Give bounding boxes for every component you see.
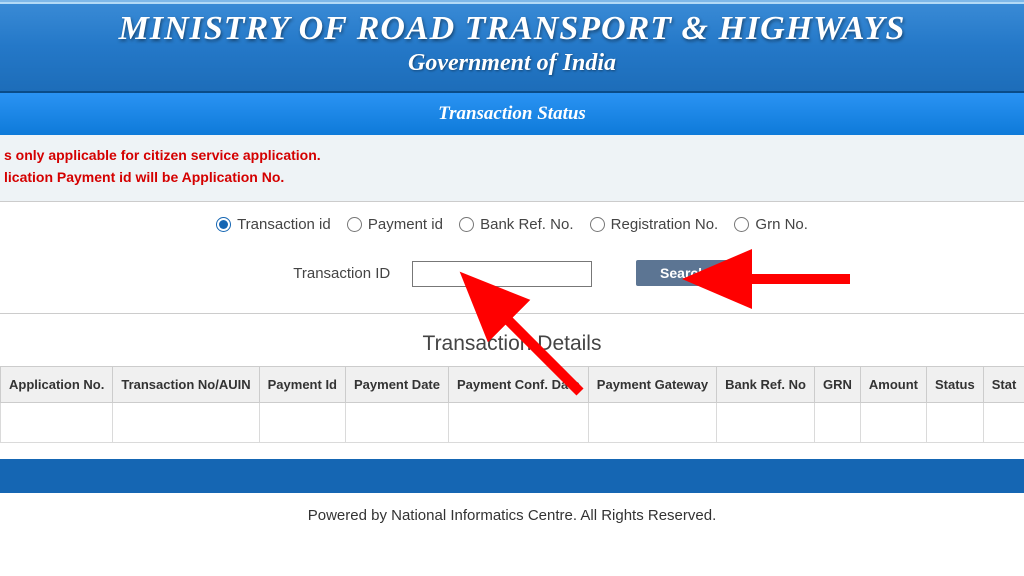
cell bbox=[448, 402, 588, 442]
cell bbox=[983, 402, 1024, 442]
table-row bbox=[1, 402, 1024, 442]
col-status-2: Stat bbox=[983, 366, 1024, 402]
cell bbox=[588, 402, 716, 442]
arrow-icon bbox=[480, 292, 600, 402]
radio-grn-label: Grn No. bbox=[755, 216, 808, 233]
radio-transaction-id-label: Transaction id bbox=[237, 216, 331, 233]
col-status: Status bbox=[926, 366, 983, 402]
page-title-bar: Transaction Status bbox=[0, 93, 1024, 135]
input-row: Transaction ID Search bbox=[0, 260, 1024, 287]
col-payment-id: Payment Id bbox=[259, 366, 345, 402]
radio-registration-label: Registration No. bbox=[611, 216, 719, 233]
radio-grn[interactable]: Grn No. bbox=[734, 216, 808, 233]
col-transaction-no: Transaction No/AUIN bbox=[113, 366, 259, 402]
radio-registration[interactable]: Registration No. bbox=[590, 216, 719, 233]
blue-bar bbox=[0, 459, 1024, 493]
radio-transaction-id-input[interactable] bbox=[216, 217, 231, 232]
cell bbox=[346, 402, 449, 442]
radio-bank-ref[interactable]: Bank Ref. No. bbox=[459, 216, 573, 233]
col-bank-ref-no: Bank Ref. No bbox=[717, 366, 815, 402]
radio-row: Transaction id Payment id Bank Ref. No. … bbox=[0, 216, 1024, 236]
search-panel: Transaction id Payment id Bank Ref. No. … bbox=[0, 201, 1024, 314]
notice-panel: s only applicable for citizen service ap… bbox=[0, 135, 1024, 201]
notice-line-1: s only applicable for citizen service ap… bbox=[4, 147, 1020, 163]
radio-payment-id[interactable]: Payment id bbox=[347, 216, 443, 233]
cell bbox=[814, 402, 860, 442]
col-payment-date: Payment Date bbox=[346, 366, 449, 402]
transaction-id-label: Transaction ID bbox=[293, 265, 390, 282]
notice-line-2: lication Payment id will be Application … bbox=[4, 169, 1020, 185]
radio-transaction-id[interactable]: Transaction id bbox=[216, 216, 331, 233]
ministry-subtitle: Government of India bbox=[0, 50, 1024, 77]
cell bbox=[1, 402, 113, 442]
radio-grn-input[interactable] bbox=[734, 217, 749, 232]
ministry-title: MINISTRY OF ROAD TRANSPORT & HIGHWAYS bbox=[0, 10, 1024, 48]
radio-registration-input[interactable] bbox=[590, 217, 605, 232]
radio-bank-ref-input[interactable] bbox=[459, 217, 474, 232]
transaction-id-input[interactable] bbox=[412, 261, 592, 287]
cell bbox=[259, 402, 345, 442]
col-application-no: Application No. bbox=[1, 366, 113, 402]
col-amount: Amount bbox=[860, 366, 926, 402]
col-grn: GRN bbox=[814, 366, 860, 402]
radio-bank-ref-label: Bank Ref. No. bbox=[480, 216, 573, 233]
annotation-arrow-input bbox=[480, 292, 600, 405]
search-button[interactable]: Search bbox=[636, 260, 731, 286]
arrow-icon bbox=[720, 264, 860, 294]
ministry-header: MINISTRY OF ROAD TRANSPORT & HIGHWAYS Go… bbox=[0, 0, 1024, 93]
col-payment-gateway: Payment Gateway bbox=[588, 366, 716, 402]
cell bbox=[113, 402, 259, 442]
cell bbox=[717, 402, 815, 442]
radio-payment-id-input[interactable] bbox=[347, 217, 362, 232]
footer: Powered by National Informatics Centre. … bbox=[0, 493, 1024, 538]
cell bbox=[860, 402, 926, 442]
radio-payment-id-label: Payment id bbox=[368, 216, 443, 233]
cell bbox=[926, 402, 983, 442]
annotation-arrow-button bbox=[720, 264, 860, 297]
